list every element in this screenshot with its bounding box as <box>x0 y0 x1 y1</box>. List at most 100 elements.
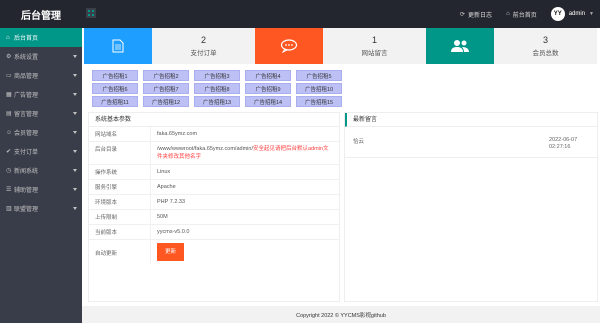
stat-members[interactable]: 3 会员总数 <box>426 28 597 64</box>
chevron-down-icon <box>73 55 77 58</box>
monitor-icon: ▭ <box>6 73 12 79</box>
table-row: 自动更新 更新 <box>89 240 339 264</box>
sidebar-item-label: 商品管理 <box>14 74 39 80</box>
document-icon <box>84 28 152 64</box>
table-row: 环境版本 PHP 7.2.33 <box>89 195 339 210</box>
sidebar-item-label: 联盟管理 <box>14 207 39 213</box>
sidebar-item-label: 会员管理 <box>14 131 39 137</box>
frontend-home-label: 前台首页 <box>512 12 537 19</box>
sidebar-item-settings[interactable]: ⚙ 系统设置 <box>0 47 82 66</box>
sidebar-item-messages[interactable]: ▤ 留言管理 <box>0 104 82 123</box>
chevron-down-icon <box>73 93 77 96</box>
menu-toggle-icon[interactable] <box>86 8 96 18</box>
row-key: 操作系统 <box>89 165 151 179</box>
row-value: 更新 <box>151 240 339 264</box>
stats-row: 2 支付订单 1 网站留言 3 会员总数 <box>84 28 598 64</box>
row-key: 网站域名 <box>89 127 151 141</box>
list-icon: ☰ <box>6 187 12 193</box>
user-menu[interactable]: YY admin ▼ <box>550 7 594 21</box>
ad-slot[interactable]: 广告招租4 <box>245 70 291 81</box>
sidebar-item-label: 新闻系统 <box>14 169 39 175</box>
news-icon: ◷ <box>6 168 12 174</box>
sidebar-item-members[interactable]: ☺ 会员管理 <box>0 123 82 142</box>
sidebar-item-label: 后台首页 <box>14 36 39 42</box>
table-row: 网站域名 faka.65ymz.com <box>89 127 339 142</box>
chevron-down-icon <box>73 188 77 191</box>
home-icon: ⌂ <box>506 11 510 17</box>
sidebar-item-label: 留言管理 <box>14 112 39 118</box>
chevron-down-icon: ▼ <box>589 11 594 17</box>
users-icon <box>426 28 494 64</box>
sidebar-item-products[interactable]: ▭ 商品管理 <box>0 66 82 85</box>
refresh-icon: ⟳ <box>460 11 466 18</box>
stat-label: 会员总数 <box>532 50 559 57</box>
top-bar: 后台管理 ⟳ 更新日志 ⌂ 前台首页 YY admin ▼ <box>0 0 600 28</box>
ad-slot[interactable]: 广告招租9 <box>245 83 291 94</box>
row-key: 环境版本 <box>89 195 151 209</box>
sidebar-item-auxiliary[interactable]: ☰ 辅助管理 <box>0 180 82 199</box>
stat-orders[interactable]: 2 支付订单 <box>84 28 255 64</box>
list-item[interactable]: 恰云 2022-06-07 02:27:16 <box>345 131 597 158</box>
message-author: 恰云 <box>353 139 365 145</box>
chevron-down-icon <box>73 112 77 115</box>
row-value: Apache <box>157 184 176 190</box>
user-icon: ☺ <box>6 129 13 136</box>
admin-dir-value: /www/wwwroot/faka.65ymz.com/admin/ <box>157 146 253 152</box>
ad-slot[interactable]: 广告招租15 <box>296 96 342 107</box>
message-time: 02:27:16 <box>549 144 571 150</box>
home-icon: ⌂ <box>6 34 10 41</box>
row-key: 自动更新 <box>89 240 151 264</box>
frontend-home-link[interactable]: ⌂ 前台首页 <box>506 10 537 19</box>
sidebar-item-news[interactable]: ◷ 新闻系统 <box>0 161 82 180</box>
row-value: Linux <box>157 169 171 175</box>
panel-title: 系统基本参数 <box>89 113 339 127</box>
row-value: /www/wwwroot/faka.65ymz.com/admin/安全起见请把… <box>151 142 339 164</box>
sidebar-item-alliance[interactable]: ▥ 联盟管理 <box>0 199 82 218</box>
row-value: faka.65ymz.com <box>157 131 198 137</box>
row-value: 50M <box>157 214 168 220</box>
top-right-nav: ⟳ 更新日志 ⌂ 前台首页 YY admin ▼ <box>460 0 594 28</box>
sidebar-item-label: 支付订单 <box>14 150 39 156</box>
ad-slot[interactable]: 广告招租14 <box>245 96 291 107</box>
username: admin <box>568 11 586 17</box>
ad-slot[interactable]: 广告招租10 <box>296 83 342 94</box>
ad-slot[interactable]: 广告招租12 <box>143 96 189 107</box>
gear-icon: ⚙ <box>6 54 12 60</box>
ad-slot[interactable]: 广告招租7 <box>143 83 189 94</box>
footer: Copyright 2022 © YYCMS影视github <box>82 306 600 323</box>
chevron-down-icon <box>73 150 77 153</box>
ad-slot[interactable]: 广告招租5 <box>296 70 342 81</box>
stat-messages[interactable]: 1 网站留言 <box>255 28 426 64</box>
ad-slot[interactable]: 广告招租3 <box>194 70 240 81</box>
row-key: 当前版本 <box>89 225 151 239</box>
ad-slot[interactable]: 广告招租2 <box>143 70 189 81</box>
ad-slot[interactable]: 广告招租13 <box>194 96 240 107</box>
row-value: yycms-v5.0.0 <box>157 229 190 235</box>
row-key: 上传限制 <box>89 210 151 224</box>
avatar: YY <box>550 7 565 21</box>
table-row: 上传限制 50M <box>89 210 339 225</box>
table-row: 操作系统 Linux <box>89 165 339 180</box>
changelog-link[interactable]: ⟳ 更新日志 <box>460 10 492 19</box>
sidebar-item-orders[interactable]: ✔ 支付订单 <box>0 142 82 161</box>
ad-slot[interactable]: 广告招租6 <box>92 83 138 94</box>
sidebar-item-label: 广告管理 <box>14 93 39 99</box>
logo[interactable]: 后台管理 <box>0 0 82 28</box>
sidebar-item-home[interactable]: ⌂ 后台首页 <box>0 28 82 47</box>
row-value: PHP 7.2.33 <box>157 199 186 205</box>
stat-label: 网站留言 <box>361 50 388 57</box>
chevron-down-icon <box>73 207 77 210</box>
sidebar-item-ads[interactable]: ▦ 广告管理 <box>0 85 82 104</box>
stat-label: 支付订单 <box>190 50 217 57</box>
ad-slot[interactable]: 广告招租8 <box>194 83 240 94</box>
ad-slot[interactable]: 广告招租1 <box>92 70 138 81</box>
panel-title: 最新留言 <box>345 113 597 127</box>
sidebar-item-label: 辅助管理 <box>14 188 39 194</box>
ad-slot[interactable]: 广告招租11 <box>92 96 138 107</box>
message-date: 2022-06-07 <box>549 137 578 143</box>
update-button[interactable]: 更新 <box>157 243 185 261</box>
chevron-down-icon <box>73 169 77 172</box>
stat-value: 2 <box>200 35 206 45</box>
changelog-label: 更新日志 <box>468 12 493 19</box>
stat-value: 3 <box>542 35 548 45</box>
